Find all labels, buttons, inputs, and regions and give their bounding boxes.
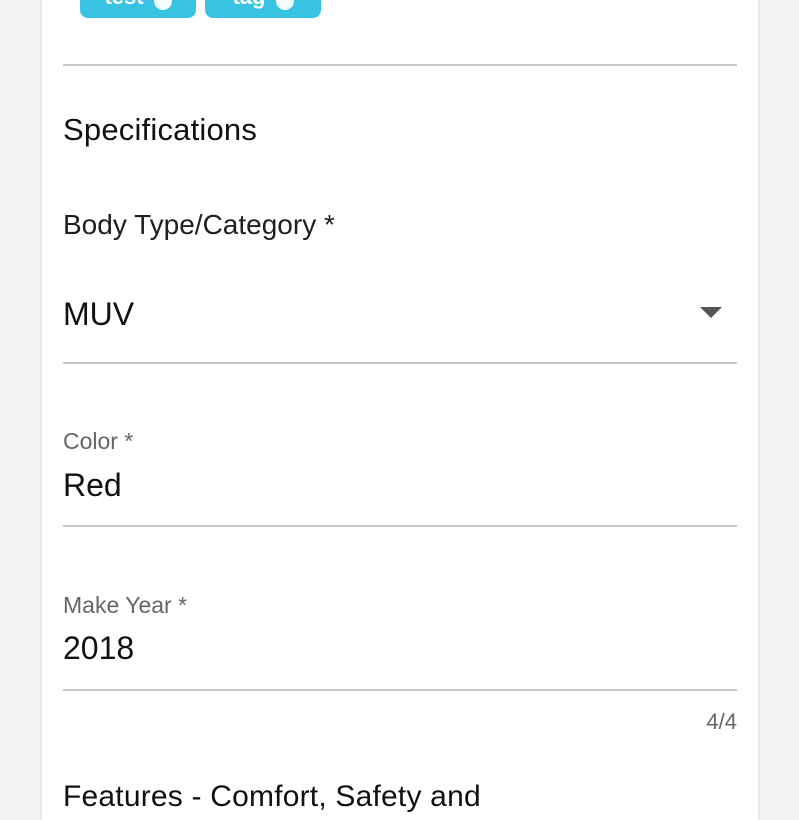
tag-chip-test[interactable]: test (80, 0, 196, 18)
body-type-underline (63, 362, 737, 364)
tag-chip-tag[interactable]: tag (205, 0, 321, 18)
listing-form-card: test tag Specifications Body Type/Catego… (42, 0, 758, 820)
chip-remove-icon[interactable] (153, 0, 172, 10)
section-divider (63, 64, 737, 66)
make-year-value: 2018 (63, 630, 135, 666)
tag-chip-label: test (104, 0, 143, 10)
chip-remove-icon[interactable] (275, 0, 294, 10)
make-year-underline (63, 689, 737, 691)
chevron-down-icon[interactable] (700, 307, 722, 318)
color-field[interactable]: Color * Red (63, 420, 737, 525)
body-type-value: MUV (63, 296, 135, 332)
color-underline (63, 525, 737, 527)
color-label: Color * (63, 428, 134, 454)
make-year-field[interactable]: Make Year * 2018 (63, 584, 737, 689)
tag-chip-list: test tag (80, 0, 321, 18)
make-year-label: Make Year * (63, 592, 188, 618)
body-type-label: Body Type/Category * (63, 209, 335, 240)
body-type-select[interactable]: Body Type/Category * MUV (63, 190, 737, 360)
features-heading: Features - Comfort, Safety and (63, 780, 481, 813)
character-counter: 4/4 (706, 709, 737, 734)
specifications-heading: Specifications (63, 112, 258, 147)
tag-chip-label: tag (233, 0, 266, 10)
color-value: Red (63, 467, 122, 503)
